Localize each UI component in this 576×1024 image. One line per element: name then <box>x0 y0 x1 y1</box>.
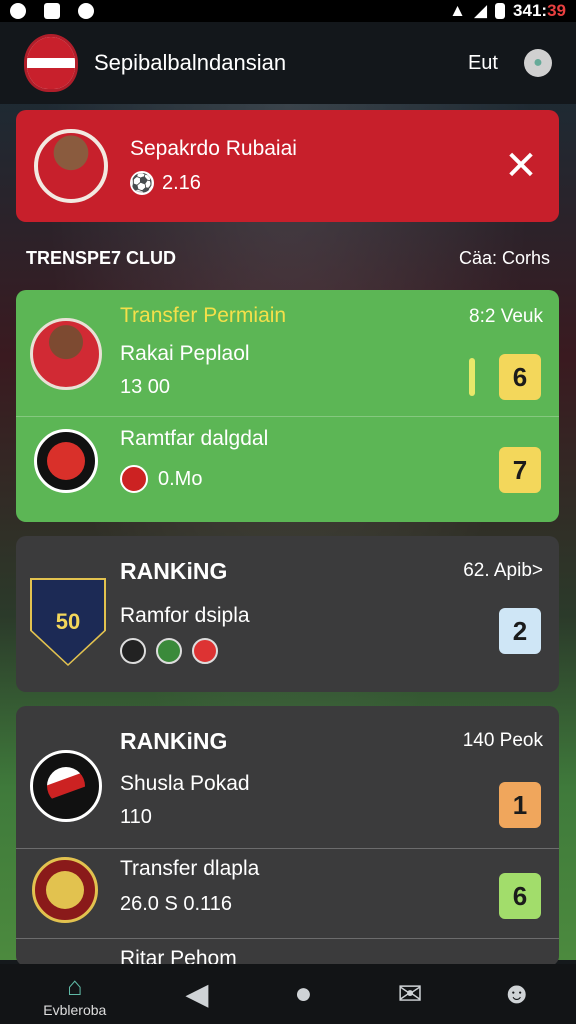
club-badge-icon <box>30 750 102 822</box>
chat-icon: ✉ <box>397 977 423 1011</box>
ranking-card[interactable]: 50 RANKiNG 62. Apib> Ramfor dsipla 2 <box>16 536 559 692</box>
wifi-icon: ▲ <box>449 1 466 20</box>
player-name: Ramfor dsipla <box>120 604 250 627</box>
profile-icon[interactable]: ● <box>524 49 552 77</box>
score-badge: 1 <box>499 782 541 828</box>
ranking-link[interactable]: 140 Peok <box>463 730 543 752</box>
list-item[interactable]: Transfer Permiain 8:2 Veuk Rakai Peplaol… <box>16 290 559 416</box>
user-icon: ☻ <box>500 977 533 1010</box>
player-name: Shusla Pokad <box>120 772 250 795</box>
image-icon <box>44 3 60 19</box>
signal-icon: ◢ <box>473 1 488 20</box>
player-value: 110 <box>120 806 152 828</box>
club-badge-icon <box>32 857 98 923</box>
promo-banner[interactable]: Sepakrdo Rubaiai ⚽ 2.16 ✕ <box>16 110 559 222</box>
player-name: Ramtfar dalgdal <box>120 427 269 450</box>
home-icon: ⌂ <box>66 970 83 1001</box>
score-badge: 2 <box>499 608 541 654</box>
status-time: 341:39 <box>513 1 566 20</box>
nav-profile[interactable]: ☻ <box>500 977 533 1010</box>
ranking-title: RANKiNG <box>120 728 228 754</box>
nav-home-label: Evbleroba <box>43 1002 107 1018</box>
promo-subtitle: 2.16 <box>162 171 201 194</box>
score-badge: 7 <box>499 447 541 493</box>
bottom-navigation: ⌂ Evbleroba ◀ ● ✉ ☻ <box>0 964 576 1024</box>
nav-circle-home[interactable]: ● <box>287 977 319 1010</box>
player-avatar <box>30 318 102 390</box>
transfer-card[interactable]: Transfer Permiain 8:2 Veuk Rakai Peplaol… <box>16 290 559 522</box>
transfer-card-title: Transfer Permiain <box>120 304 287 327</box>
soccer-ball-icon: ⚽ <box>130 171 154 195</box>
promo-title: Sepakrdo Rubaiai <box>130 137 297 160</box>
player-value: 13 00 <box>120 376 171 398</box>
club-badge-icon <box>34 429 98 493</box>
ranking-title: RANKiNG <box>120 558 228 584</box>
notification-icon <box>10 3 26 19</box>
battery-icon <box>495 3 506 19</box>
appbar-action-button[interactable]: Eut <box>468 52 498 75</box>
list-item[interactable]: Ritar Pehom <box>16 938 559 966</box>
nav-home[interactable]: ⌂ Evbleroba <box>43 970 107 1019</box>
club-icon <box>156 638 182 664</box>
score-badge: 6 <box>499 354 541 400</box>
list-item[interactable]: Transfer dlapla 26.0 S 0.116 6 <box>16 848 559 938</box>
circle-home-icon: ● <box>294 977 313 1010</box>
sync-icon <box>78 3 94 19</box>
club-logo-icon[interactable] <box>24 34 78 92</box>
player-value: 0.Mo <box>158 467 203 490</box>
trend-bar <box>469 358 475 396</box>
status-bar: ▲ ◢ 341:39 <box>0 0 576 22</box>
score-badge: 6 <box>499 873 541 919</box>
section-filter[interactable]: Cäa: Corhs <box>459 248 550 269</box>
club-shield-icon: 50 <box>32 580 104 664</box>
transfer-card-week: 8:2 Veuk <box>469 306 543 327</box>
app-bar: Sepibalbalndansian Eut ● <box>0 22 576 104</box>
app-title: Sepibalbalndansian <box>94 50 287 75</box>
nav-back[interactable]: ◀ <box>181 977 213 1011</box>
player-name: Transfer dlapla <box>120 857 260 880</box>
player-name: Rakai Peplaol <box>120 342 250 365</box>
club-icon <box>192 638 218 664</box>
club-mini-icon <box>120 465 148 493</box>
nav-chat[interactable]: ✉ <box>394 977 426 1011</box>
player-avatar <box>34 129 108 203</box>
ranking-link[interactable]: 62. Apib> <box>463 560 543 582</box>
close-icon[interactable]: ✕ <box>501 143 541 189</box>
player-value: 26.0 S 0.116 <box>120 893 232 915</box>
list-item[interactable]: Ramtfar dalgdal 0.Mo 7 <box>16 416 559 522</box>
back-icon: ◀ <box>185 977 209 1011</box>
section-title: TRENSPE7 CLUD <box>26 248 177 268</box>
ranking-card[interactable]: RANKiNG 140 Peok Shusla Pokad 110 1 Tran… <box>16 706 559 966</box>
club-icon <box>120 638 146 664</box>
section-header: TRENSPE7 CLUD Cäa: Corhs <box>26 248 550 269</box>
